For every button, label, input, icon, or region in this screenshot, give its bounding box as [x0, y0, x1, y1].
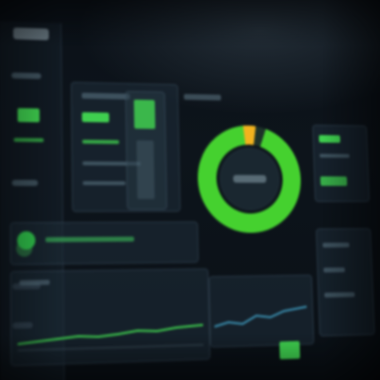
sidebar-item-active[interactable]	[18, 108, 40, 122]
metric-bar	[83, 181, 126, 185]
mini-chart-panel	[209, 275, 315, 348]
mini-line-chart	[214, 295, 308, 337]
metric-bar	[82, 112, 109, 122]
panel-title	[82, 93, 130, 100]
axis-line	[18, 345, 204, 351]
chart-panel	[10, 268, 210, 366]
mini-line-series	[214, 307, 307, 327]
meter-fill	[134, 100, 155, 129]
chart-title	[19, 280, 49, 286]
right-list-panel	[316, 228, 375, 336]
donut-center-label	[233, 175, 266, 183]
meter-track	[136, 140, 154, 199]
monitor-display	[0, 11, 375, 380]
metric-bar	[320, 176, 347, 186]
sidebar-item[interactable]	[12, 180, 38, 186]
line-series	[18, 325, 204, 344]
sidebar-item-indicator	[14, 138, 44, 142]
list-item	[324, 292, 355, 297]
meter-panel	[125, 91, 167, 210]
list-item	[323, 243, 350, 248]
app-logo	[13, 27, 49, 40]
dashboard-screen	[0, 0, 380, 380]
donut-svg	[197, 125, 303, 233]
list-item	[323, 267, 345, 272]
action-button[interactable]	[279, 341, 300, 359]
status-row	[10, 221, 199, 265]
metric-bar	[82, 140, 119, 144]
side-metrics-panel	[312, 125, 369, 202]
sidebar-item[interactable]	[11, 72, 41, 79]
metric-bar	[319, 154, 349, 158]
donut-chart	[197, 125, 303, 233]
line-chart	[17, 299, 203, 354]
status-icon	[17, 231, 35, 249]
status-label	[45, 237, 134, 243]
metric-bar	[319, 135, 340, 143]
header-label	[184, 94, 221, 100]
